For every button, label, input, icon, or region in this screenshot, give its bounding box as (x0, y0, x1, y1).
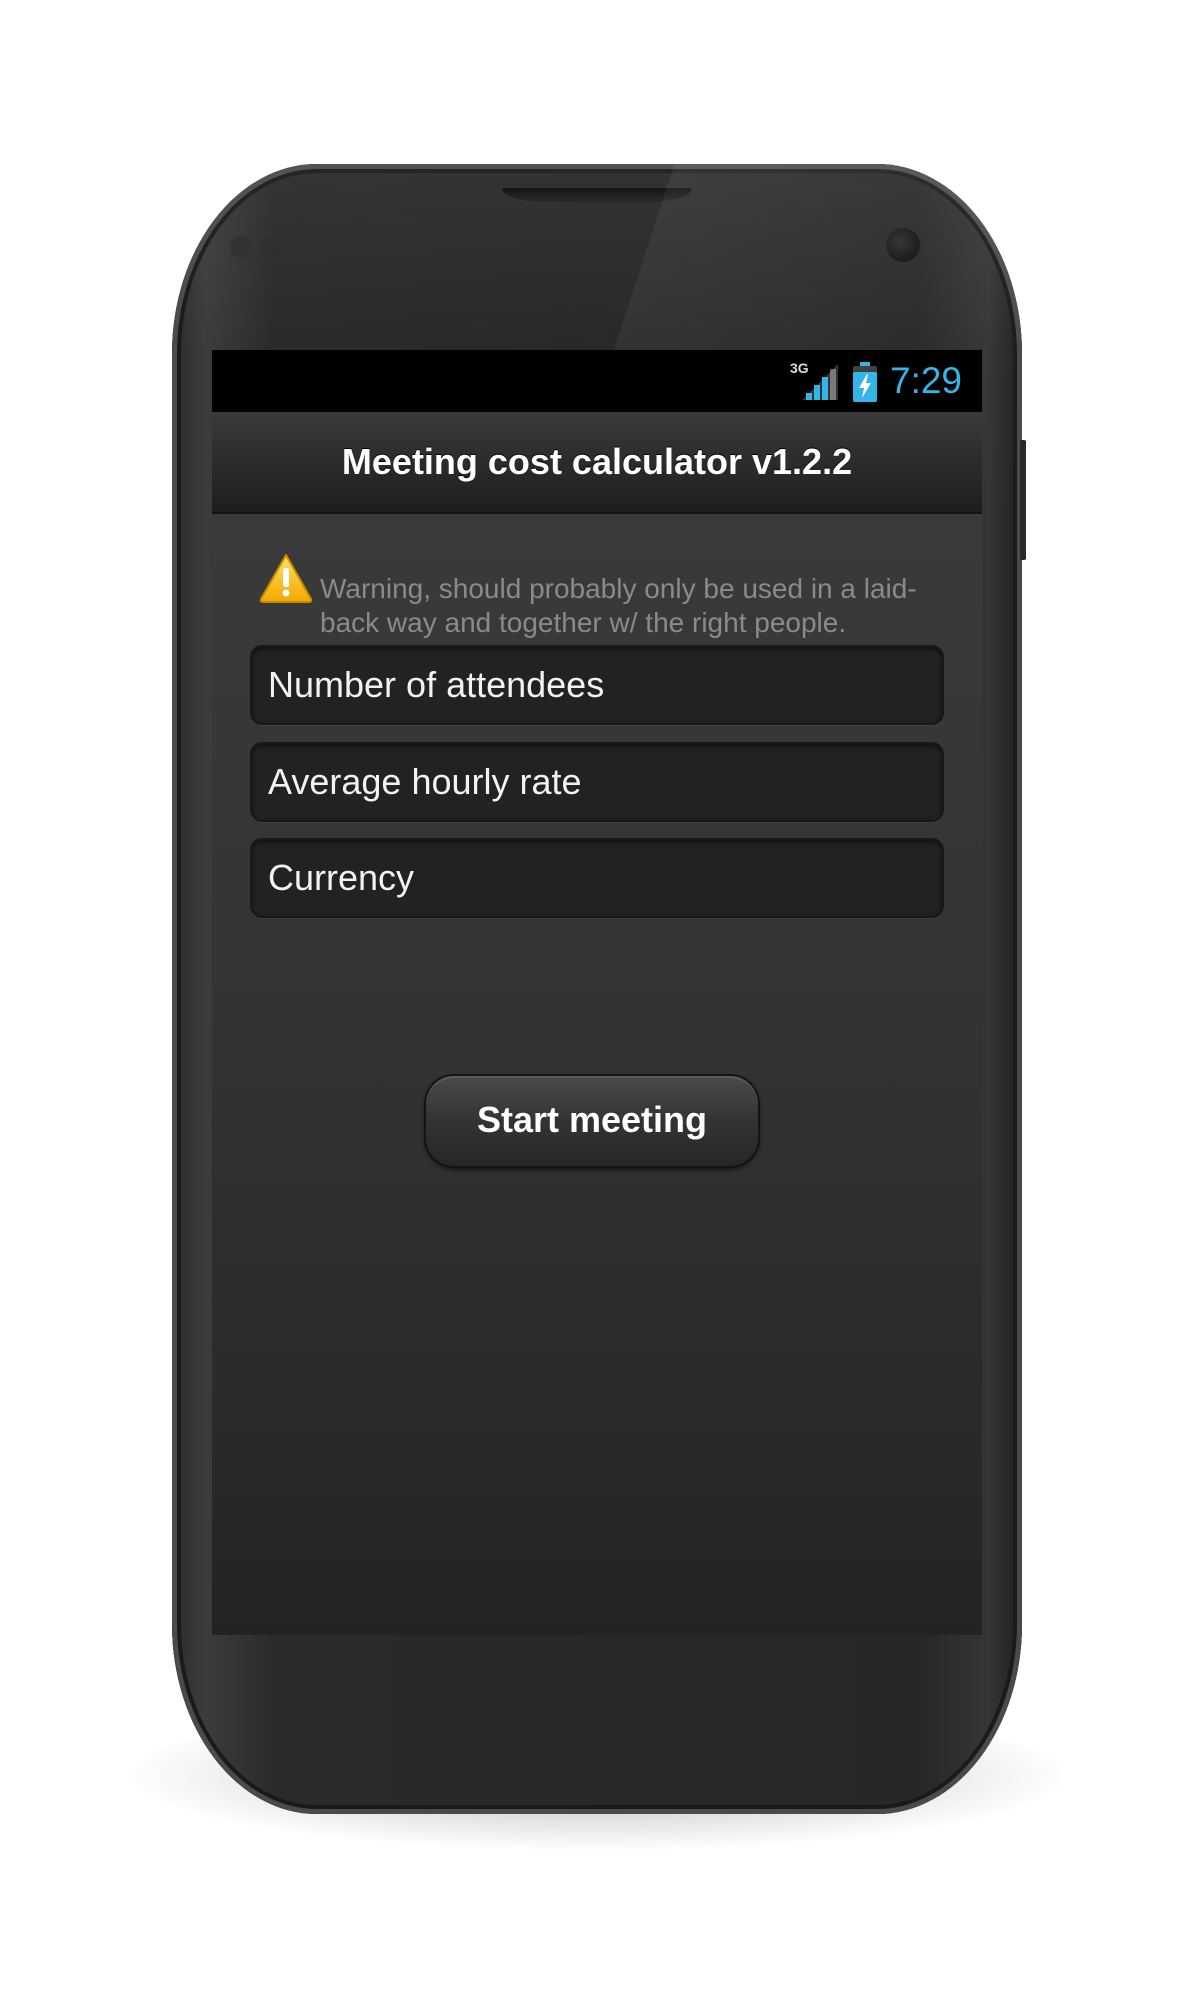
start-meeting-button[interactable]: Start meeting (424, 1074, 760, 1168)
hourly-rate-input[interactable]: Average hourly rate (250, 742, 944, 822)
action-bar: Meeting cost calculator v1.2.2 (212, 412, 982, 514)
power-button (1020, 440, 1026, 560)
status-clock: 7:29 (890, 360, 963, 401)
device-screen: 3G 7:29 Meeting cost calculator v1.2.2 W… (212, 350, 982, 1635)
main-content: Warning, should probably only be used in… (212, 514, 982, 1635)
earpiece-speaker (502, 188, 692, 202)
light-sensor (258, 236, 280, 258)
currency-input[interactable]: Currency (250, 838, 944, 918)
warning-icon (259, 554, 313, 603)
front-camera (886, 228, 920, 262)
warning-message: Warning, should probably only be used in… (320, 573, 917, 638)
attendees-input[interactable]: Number of attendees (250, 645, 944, 725)
battery-charging-icon (853, 362, 877, 402)
status-bar: 3G 7:29 (212, 350, 982, 412)
signal-strength-icon (802, 364, 838, 400)
app-title: Meeting cost calculator v1.2.2 (341, 441, 853, 482)
proximity-sensor (230, 236, 252, 258)
